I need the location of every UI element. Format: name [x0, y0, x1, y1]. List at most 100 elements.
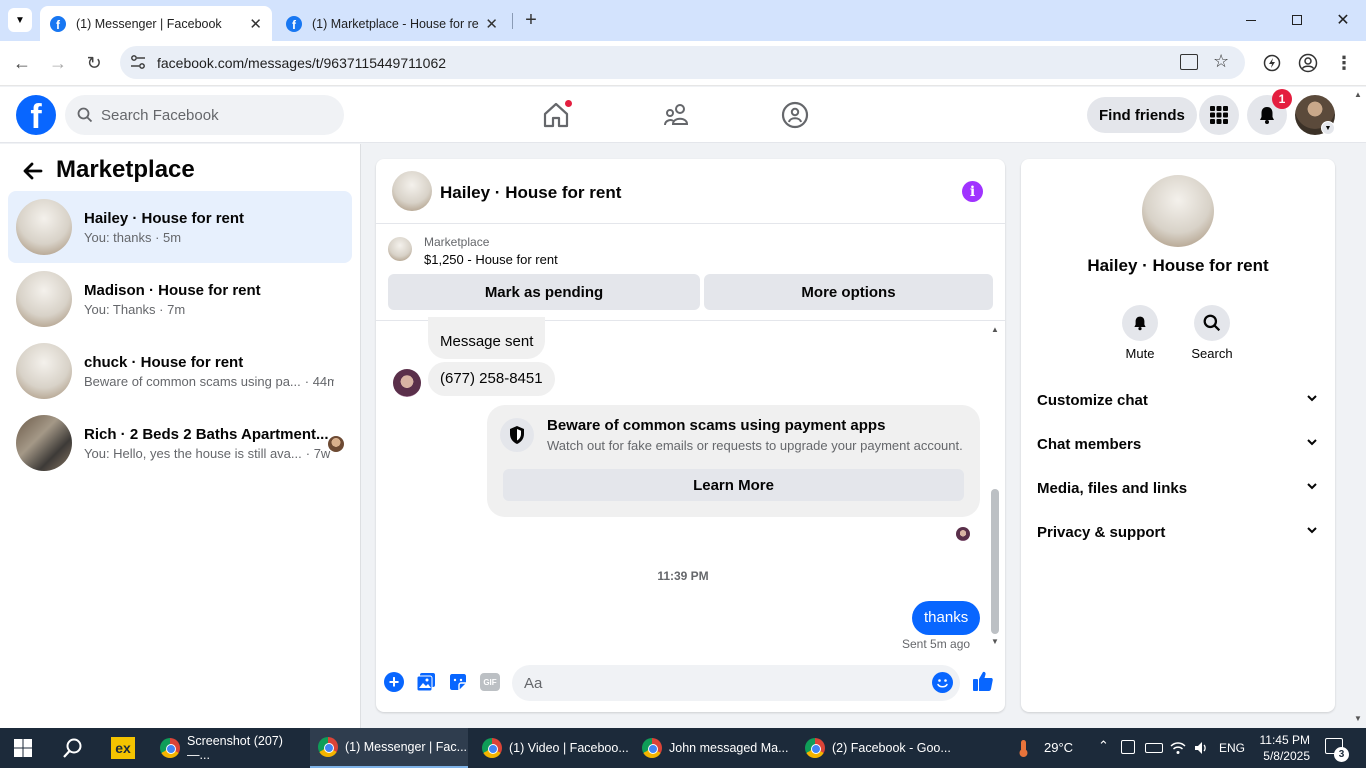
- conversation-item[interactable]: Madison · House for rent You: Thanks · 7…: [8, 263, 352, 335]
- taskbar-app[interactable]: Screenshot (207) —...: [152, 728, 304, 768]
- facebook-header: f Search Facebook Find friends 1 ▼: [0, 87, 1366, 143]
- conversation-item[interactable]: chuck · House for rent Beware of common …: [8, 335, 352, 407]
- tab-search-button[interactable]: ▼: [8, 8, 32, 32]
- my-message-bubble: thanks: [912, 601, 981, 635]
- search-label: Search: [1191, 346, 1233, 361]
- sticker-icon[interactable]: [448, 672, 468, 692]
- new-tab-icon[interactable]: +: [519, 8, 543, 32]
- listing-thumbnail: [16, 343, 72, 399]
- volume-icon[interactable]: [1193, 740, 1209, 756]
- conversation-name: chuck · House for rent: [84, 353, 244, 371]
- grid-menu-icon: [1210, 106, 1228, 124]
- wifi-icon[interactable]: [1170, 740, 1186, 756]
- scroll-up-arrow-icon[interactable]: ▲: [991, 325, 999, 334]
- minimize-icon[interactable]: [1228, 0, 1274, 40]
- language-indicator[interactable]: ENG: [1219, 741, 1245, 755]
- close-tab-icon[interactable]: ✕: [485, 15, 498, 33]
- reload-icon[interactable]: ↻: [80, 49, 108, 77]
- windows-taskbar: ex Screenshot (207) —... (1) Messenger |…: [0, 728, 1366, 768]
- forward-arrow-icon[interactable]: →: [44, 49, 72, 77]
- browser-menu-icon[interactable]: ⋮: [1330, 49, 1358, 77]
- taskbar-app[interactable]: (1) Video | Faceboo...: [474, 728, 629, 768]
- home-icon[interactable]: [540, 99, 573, 131]
- battery-icon[interactable]: [1145, 743, 1163, 753]
- install-app-icon[interactable]: [1180, 54, 1198, 70]
- mark-as-pending-button[interactable]: Mark as pending: [388, 274, 700, 310]
- facebook-search-input[interactable]: Search Facebook: [65, 95, 344, 135]
- chat-avatar[interactable]: [392, 171, 432, 211]
- gif-icon[interactable]: GIF: [480, 673, 500, 691]
- taskbar-app[interactable]: (2) Facebook - Goo...: [797, 728, 955, 768]
- ex-app-icon[interactable]: ex: [111, 737, 135, 759]
- scam-warning-card: Beware of common scams using payment app…: [487, 405, 980, 517]
- find-friends-button[interactable]: Find friends: [1087, 97, 1197, 133]
- clock-time: 11:45 PM: [1259, 733, 1310, 747]
- taskbar-app-title: (2) Facebook - Goo...: [832, 741, 951, 755]
- taskbar-app-title: (1) Messenger | Fac...: [345, 740, 468, 754]
- conversation-time: · 44m: [304, 373, 334, 389]
- clock[interactable]: 11:45 PM 5/8/2025: [1254, 732, 1310, 764]
- photo-icon[interactable]: [416, 672, 436, 692]
- page-scroll-up-icon[interactable]: ▲: [1354, 90, 1362, 99]
- emoji-icon[interactable]: [932, 672, 953, 693]
- more-options-button[interactable]: More options: [704, 274, 993, 310]
- back-arrow-icon[interactable]: ←: [8, 49, 36, 77]
- groups-icon[interactable]: [779, 99, 811, 131]
- search-icon: [77, 107, 93, 123]
- friends-icon[interactable]: [660, 99, 692, 131]
- plus-icon[interactable]: +: [384, 672, 404, 692]
- info-icon[interactable]: i: [962, 181, 983, 202]
- url-text: facebook.com/messages/t/9637115449711062: [157, 54, 447, 71]
- profile-photo[interactable]: [1142, 175, 1214, 247]
- tab-divider: [512, 13, 513, 29]
- taskbar-app[interactable]: (1) Messenger | Fac...: [310, 728, 468, 768]
- account-chevron-icon[interactable]: ▼: [1321, 121, 1335, 135]
- search-action[interactable]: Search: [1191, 305, 1233, 361]
- conversation-name: Hailey · House for rent: [84, 209, 245, 227]
- tray-app-icon[interactable]: [1121, 740, 1135, 754]
- site-settings-icon[interactable]: [130, 54, 146, 70]
- listing-info[interactable]: Marketplace $1,250 - House for rent: [388, 235, 788, 271]
- address-bar[interactable]: facebook.com/messages/t/9637115449711062…: [120, 46, 1245, 79]
- chat-title[interactable]: Hailey · House for rent: [440, 183, 621, 203]
- message-input[interactable]: Aa: [512, 665, 960, 701]
- taskbar-app[interactable]: John messaged Ma...: [634, 728, 792, 768]
- page-title: Marketplace: [56, 156, 195, 183]
- scroll-down-arrow-icon[interactable]: ▼: [991, 637, 999, 646]
- back-arrow-icon[interactable]: [20, 158, 46, 184]
- conversation-item[interactable]: Rich · 2 Beds 2 Baths Apartment... You: …: [8, 407, 352, 479]
- clock-date: 5/8/2025: [1263, 749, 1310, 763]
- taskbar-search-icon[interactable]: [62, 737, 84, 759]
- section-media-files-links[interactable]: Media, files and links: [1037, 473, 1319, 503]
- browser-tab-messenger[interactable]: f (1) Messenger | Facebook ✕: [40, 6, 272, 41]
- close-tab-icon[interactable]: ✕: [249, 15, 262, 33]
- weather-temp[interactable]: 29°C: [1044, 740, 1073, 755]
- close-window-icon[interactable]: ✕: [1320, 0, 1366, 40]
- section-privacy-support[interactable]: Privacy & support: [1037, 517, 1319, 547]
- windows-start-icon[interactable]: [14, 739, 32, 757]
- weather-icon[interactable]: [1014, 738, 1036, 758]
- mute-action[interactable]: Mute: [1120, 305, 1160, 361]
- show-hidden-icons-icon[interactable]: ⌃: [1098, 738, 1109, 754]
- conversation-list-panel: Marketplace Hailey · House for rent You:…: [0, 144, 361, 728]
- browser-tab-marketplace[interactable]: f (1) Marketplace - House for ren ✕: [276, 6, 508, 41]
- facebook-favicon-icon: f: [286, 15, 302, 32]
- conversation-preview: You: Hello, yes the house is still ava..…: [84, 445, 302, 461]
- seen-avatar: [328, 436, 344, 452]
- section-customize-chat[interactable]: Customize chat: [1037, 385, 1319, 415]
- page-scroll-down-icon[interactable]: ▼: [1354, 714, 1362, 723]
- thumbs-up-icon[interactable]: [972, 670, 994, 692]
- conversation-item[interactable]: Hailey · House for rent You: thanks · 5m: [8, 191, 352, 263]
- restore-icon[interactable]: [1274, 0, 1320, 40]
- chrome-icon: [160, 738, 180, 758]
- bookmark-star-icon[interactable]: ☆: [1213, 51, 1229, 72]
- menu-grid-button[interactable]: [1199, 95, 1239, 135]
- section-chat-members[interactable]: Chat members: [1037, 429, 1319, 459]
- warning-title: Beware of common scams using payment app…: [547, 417, 886, 434]
- conversation-preview: You: Thanks · 7m: [84, 301, 186, 317]
- extensions-icon[interactable]: [1258, 49, 1286, 77]
- learn-more-button[interactable]: Learn More: [503, 469, 964, 501]
- profile-icon[interactable]: [1294, 49, 1322, 77]
- chat-scrollbar-thumb[interactable]: [991, 489, 999, 634]
- facebook-logo-icon[interactable]: f: [16, 95, 56, 135]
